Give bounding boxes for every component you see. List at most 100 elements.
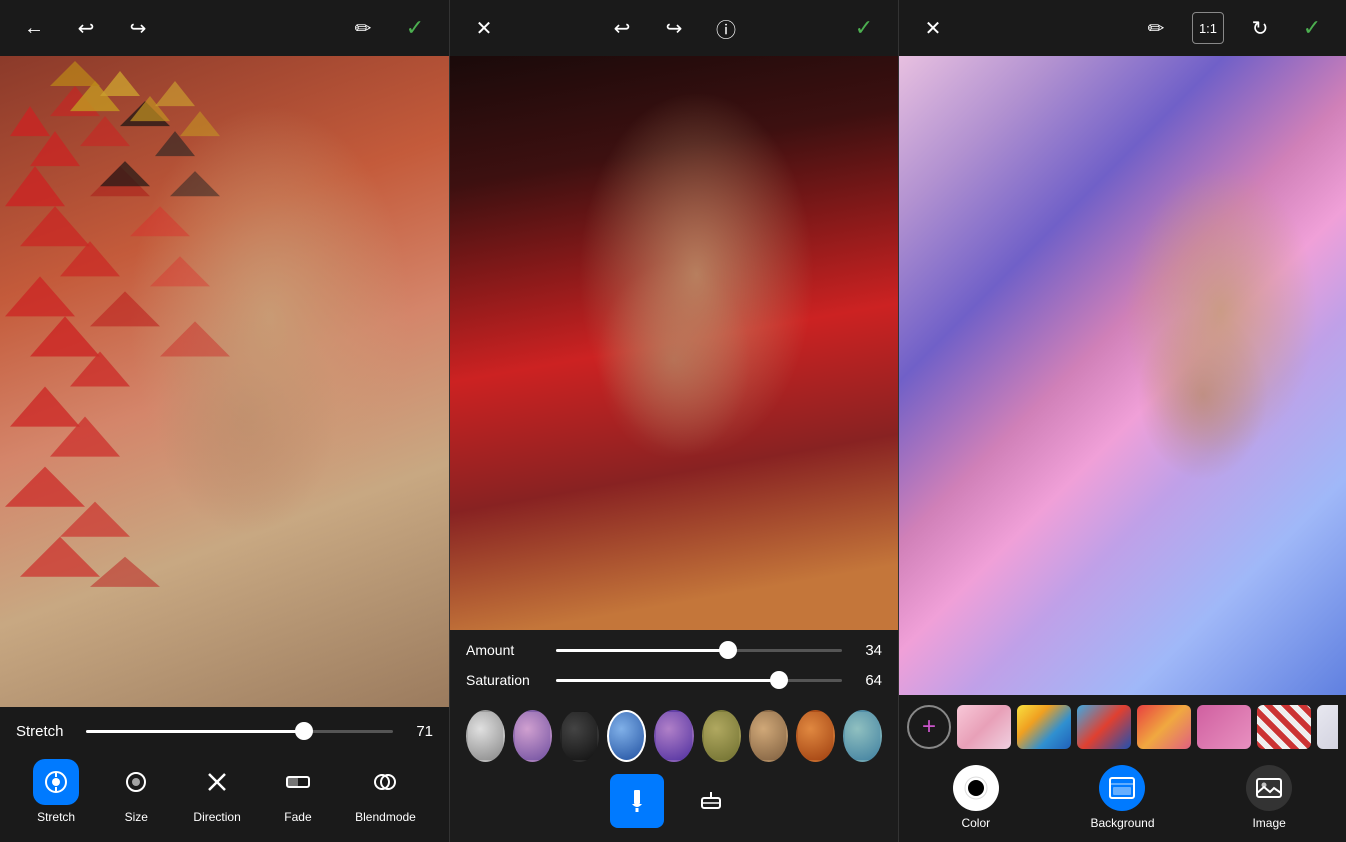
panel-1: ← ↩ ↪ ✏ ✓: [0, 0, 449, 842]
saturation-slider[interactable]: [556, 670, 842, 690]
color-mode-wrap: [953, 765, 999, 811]
topbar-right-1: ✏ ✓: [347, 12, 431, 44]
bottom-controls-1: Stretch 71 Stre: [0, 707, 449, 842]
blendmode-icon: [372, 769, 398, 795]
fade-icon-wrap: [275, 759, 321, 805]
swatch-orange[interactable]: [796, 710, 835, 762]
stretch-label-tool: Stretch: [37, 810, 75, 824]
undo-button-2[interactable]: ↩: [606, 12, 638, 44]
swatch-teal[interactable]: [843, 710, 882, 762]
close-button-2[interactable]: ✕: [468, 12, 500, 44]
redo-button-2[interactable]: ↪: [658, 12, 690, 44]
swatch-tan[interactable]: [749, 710, 788, 762]
color-mode-icon: [962, 774, 990, 802]
fade-icon: [285, 769, 311, 795]
color-swatches: [466, 700, 882, 774]
close-button-3[interactable]: ✕: [917, 12, 949, 44]
tool-size[interactable]: Size: [113, 759, 159, 824]
size-label-tool: Size: [125, 810, 148, 824]
size-icon-wrap: [113, 759, 159, 805]
mode-color[interactable]: Color: [953, 765, 999, 830]
stretch-fill: [86, 730, 304, 733]
topbar-left-1: ← ↩ ↪: [18, 12, 154, 44]
ratio-button-3[interactable]: 1:1: [1192, 12, 1224, 44]
info-button-2[interactable]: ⓘ: [710, 12, 742, 44]
bg-thumb-2[interactable]: [1077, 705, 1131, 749]
saturation-thumb[interactable]: [770, 671, 788, 689]
swatch-violet[interactable]: [654, 710, 693, 762]
amount-control: Amount 34: [466, 640, 882, 660]
swatch-olive[interactable]: [702, 710, 741, 762]
direction-icon-wrap: [194, 759, 240, 805]
fade-label-tool: Fade: [284, 810, 311, 824]
topbar-left-3: ✕: [917, 12, 949, 44]
stretch-thumb[interactable]: [295, 722, 313, 740]
eraser-button-1[interactable]: ✏: [347, 12, 379, 44]
back-button[interactable]: ←: [18, 12, 50, 44]
direction-icon: [204, 769, 230, 795]
redo-button-1[interactable]: ↪: [122, 12, 154, 44]
bg-thumb-1[interactable]: [1017, 705, 1071, 749]
blendmode-icon-wrap: [362, 759, 408, 805]
swatch-dark[interactable]: [560, 710, 599, 762]
confirm-button-2[interactable]: ✓: [848, 12, 880, 44]
eraser-button-3[interactable]: ✏: [1140, 12, 1172, 44]
saturation-track: [556, 679, 842, 682]
amount-track: [556, 649, 842, 652]
saturation-label: Saturation: [466, 672, 546, 688]
brush-tools: [466, 774, 882, 842]
saturation-control: Saturation 64: [466, 670, 882, 690]
stretch-track: [86, 730, 393, 733]
saturation-value: 64: [852, 672, 882, 689]
amount-value: 34: [852, 642, 882, 659]
stretch-control: Stretch 71: [16, 721, 433, 741]
bg-mode-label: Background: [1090, 816, 1154, 830]
confirm-button-3[interactable]: ✓: [1296, 12, 1328, 44]
amount-thumb[interactable]: [719, 641, 737, 659]
refresh-button-3[interactable]: ↻: [1244, 12, 1276, 44]
topbar-3: ✕ ✏ 1:1 ↻ ✓: [899, 0, 1346, 56]
topbar-center-2: ↩ ↪ ⓘ: [606, 12, 742, 44]
size-icon: [123, 769, 149, 795]
tool-blendmode[interactable]: Blendmode: [355, 759, 416, 824]
bottom-controls-2: Amount 34 Saturation 64: [450, 630, 898, 842]
panel-2: ✕ ↩ ↪ ⓘ ✓ Amount 34 Saturat: [449, 0, 898, 842]
swatch-blue[interactable]: [607, 710, 646, 762]
image-mode-label: Image: [1252, 816, 1285, 830]
canvas-2[interactable]: [450, 56, 898, 630]
tool-direction[interactable]: Direction: [193, 759, 240, 824]
stretch-value: 71: [403, 723, 433, 740]
bg-thumb-5[interactable]: [1257, 705, 1311, 749]
add-background-button[interactable]: +: [907, 705, 951, 749]
topbar-1: ← ↩ ↪ ✏ ✓: [0, 0, 449, 56]
topbar-right-3: ✏ 1:1 ↻ ✓: [1140, 12, 1328, 44]
tool-bar-1: Stretch Size: [16, 753, 433, 832]
swatch-purple[interactable]: [513, 710, 552, 762]
stretch-icon-wrap: [33, 759, 79, 805]
stretch-slider[interactable]: [86, 721, 393, 741]
canvas-3[interactable]: [899, 56, 1346, 695]
mode-background[interactable]: Background: [1090, 765, 1154, 830]
bg-thumb-4[interactable]: [1197, 705, 1251, 749]
bg-thumb-6[interactable]: [1317, 705, 1338, 749]
undo-button-1[interactable]: ↩: [70, 12, 102, 44]
tool-stretch[interactable]: Stretch: [33, 759, 79, 824]
bg-mode-icon: [1108, 774, 1136, 802]
paint-brush-button[interactable]: [610, 774, 664, 828]
swatch-silver[interactable]: [466, 710, 505, 762]
canvas-1[interactable]: [0, 56, 449, 707]
eraser-brush-icon: [698, 788, 724, 814]
tool-fade[interactable]: Fade: [275, 759, 321, 824]
image-mode-icon: [1255, 774, 1283, 802]
bg-mode-wrap: [1099, 765, 1145, 811]
confirm-button-1[interactable]: ✓: [399, 12, 431, 44]
amount-slider[interactable]: [556, 640, 842, 660]
bg-thumb-3[interactable]: [1137, 705, 1191, 749]
mode-bar: Color Background: [907, 759, 1338, 832]
amount-label: Amount: [466, 642, 546, 658]
bg-thumbnails: +: [907, 705, 1338, 759]
eraser-brush-button[interactable]: [684, 774, 738, 828]
bg-thumb-0[interactable]: [957, 705, 1011, 749]
topbar-left-2: ✕: [468, 12, 500, 44]
mode-image[interactable]: Image: [1246, 765, 1292, 830]
